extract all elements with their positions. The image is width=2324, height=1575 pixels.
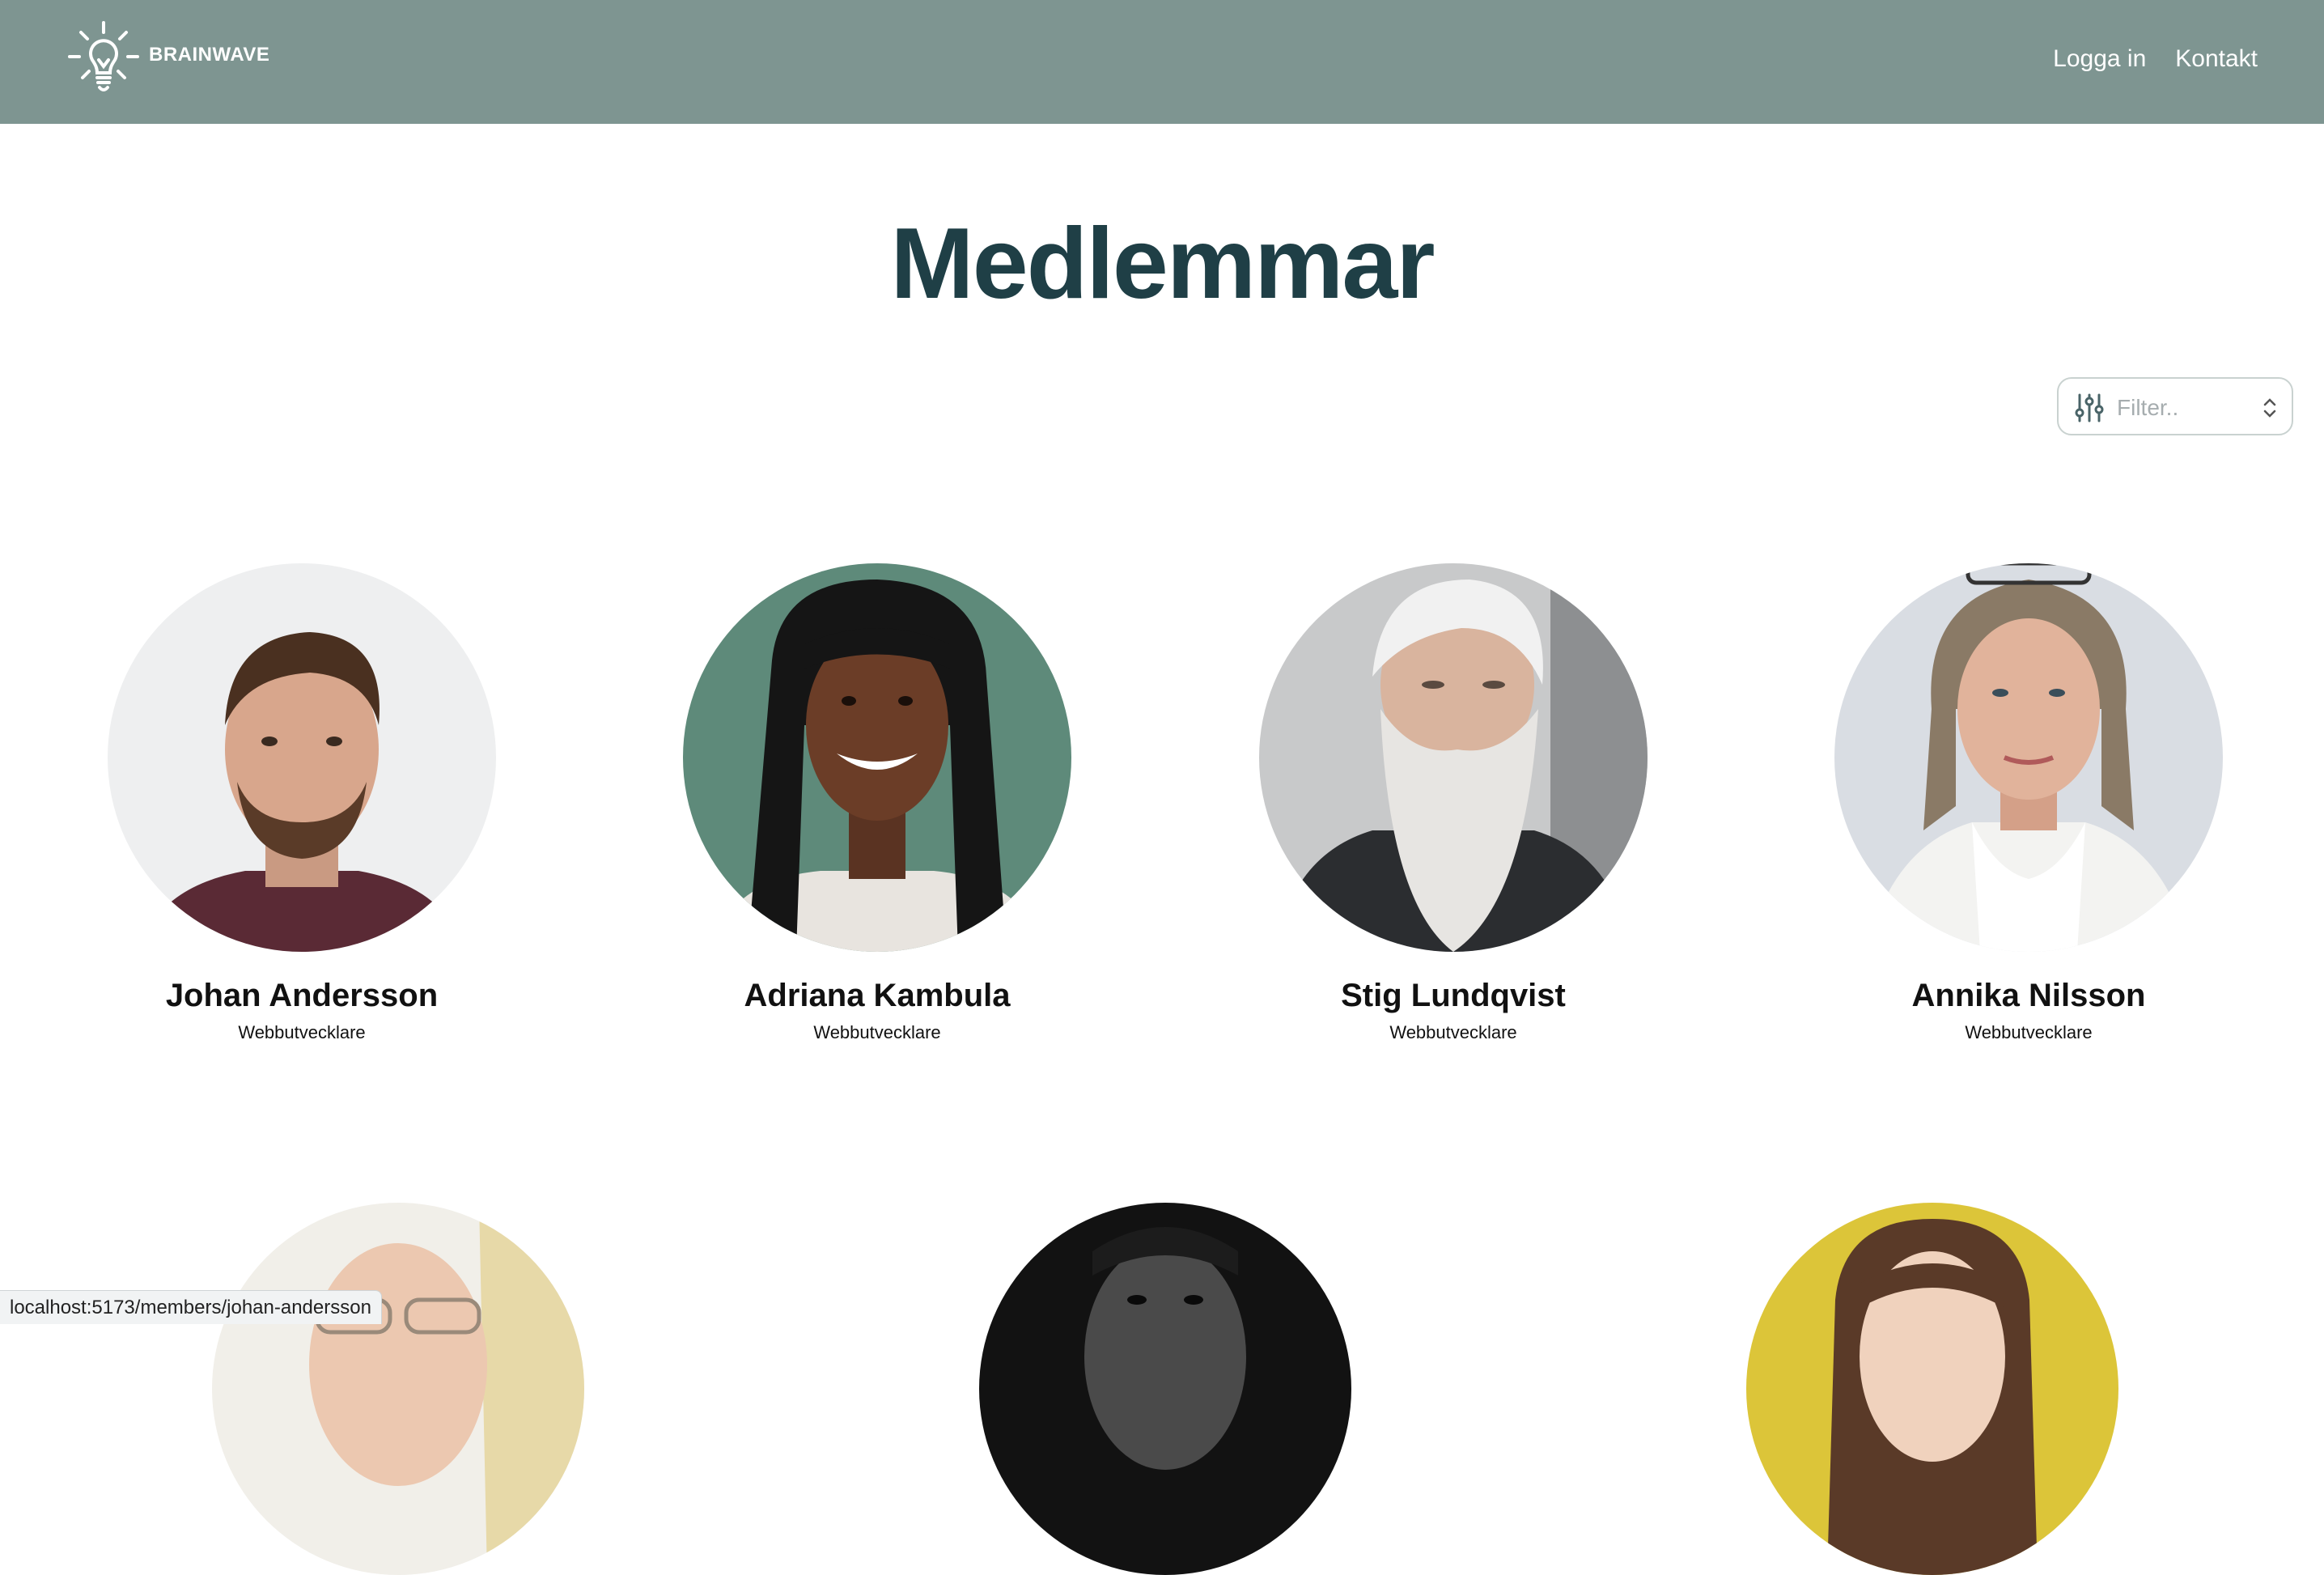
site-header: BRAINWAVE Logga in Kontakt xyxy=(0,0,2324,124)
member-avatar[interactable] xyxy=(212,1203,584,1575)
member-avatar xyxy=(1259,563,1648,952)
page-title: Medlemmar xyxy=(890,208,1435,320)
status-bar-url: localhost:5173/members/johan-andersson xyxy=(0,1290,382,1324)
member-name: Stig Lundqvist xyxy=(1341,978,1566,1013)
member-name: Johan Andersson xyxy=(165,978,439,1013)
filter-placeholder: Filter.. xyxy=(2117,395,2179,420)
sliders-icon xyxy=(2075,393,2104,422)
member-card[interactable]: Adriana Kambula Webbutvecklare xyxy=(683,563,1071,1043)
member-name: Adriana Kambula xyxy=(744,978,1011,1013)
nav-login-link[interactable]: Logga in xyxy=(2053,45,2146,73)
filter-select[interactable]: Filter.. xyxy=(2057,377,2293,435)
member-card[interactable]: Stig Lundqvist Webbutvecklare xyxy=(1259,563,1648,1043)
member-role: Webbutvecklare xyxy=(1965,1022,2093,1042)
member-avatar xyxy=(108,563,496,952)
member-card[interactable]: Johan Andersson Webbutvecklare xyxy=(108,563,496,1043)
member-avatar xyxy=(1834,563,2223,952)
member-avatar[interactable] xyxy=(979,1203,1351,1575)
member-avatar xyxy=(683,563,1071,952)
member-role: Webbutvecklare xyxy=(1389,1022,1517,1042)
main-nav: Logga in Kontakt xyxy=(2053,45,2258,73)
member-name: Annika Nilsson xyxy=(1911,978,2146,1013)
brand-name: BRAINWAVE xyxy=(149,44,270,66)
member-role: Webbutvecklare xyxy=(238,1022,366,1042)
lightbulb-icon xyxy=(68,21,139,91)
brand-logo[interactable]: BRAINWAVE xyxy=(65,21,269,96)
member-avatar[interactable] xyxy=(1746,1203,2118,1575)
member-card[interactable]: Annika Nilsson Webbutvecklare xyxy=(1834,563,2223,1043)
chevron-updown-icon xyxy=(2263,398,2276,418)
nav-contact-link[interactable]: Kontakt xyxy=(2175,45,2258,73)
member-role: Webbutvecklare xyxy=(813,1022,941,1042)
